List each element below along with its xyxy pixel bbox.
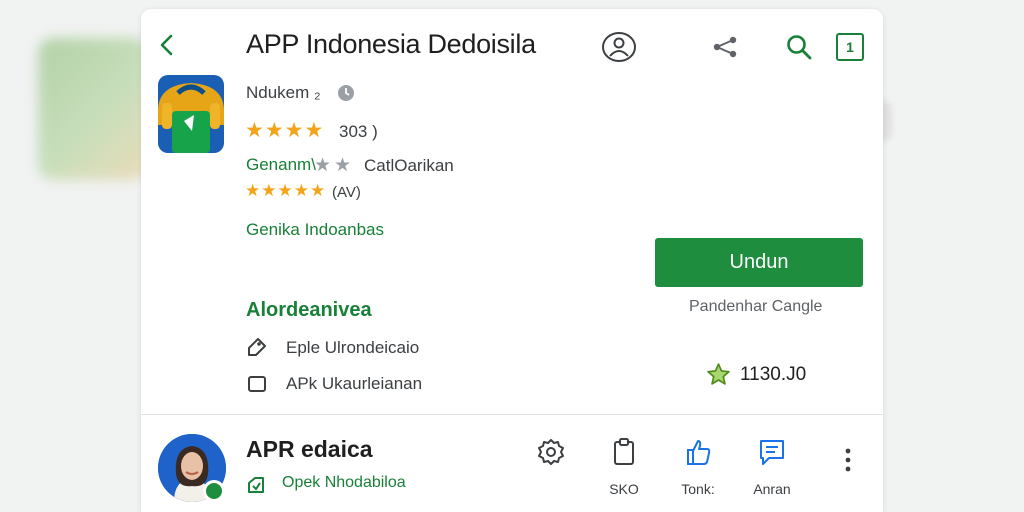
bottom-subtitle[interactable]: Opek Nhodabiloa — [282, 474, 406, 492]
tag-icon — [248, 338, 266, 356]
edit-icon — [248, 477, 264, 493]
settings-action[interactable] — [521, 437, 581, 499]
rating-count: 303 ) — [339, 122, 378, 141]
back-arrow-icon[interactable] — [157, 33, 177, 57]
search-icon[interactable] — [785, 33, 813, 61]
thumbs-up-icon — [687, 440, 711, 465]
install-subtext: Pandenhar Cangle — [689, 298, 823, 315]
genre-tag: CatlOarikan — [364, 156, 454, 175]
more-options-icon[interactable] — [842, 445, 854, 475]
rating-value: 1130.J0 — [740, 364, 807, 385]
genre-link[interactable]: Genanm\ — [246, 155, 316, 175]
star-icon — [707, 363, 730, 385]
clock-icon — [338, 85, 354, 101]
page-title: APP Indonesia Dedoisila — [246, 29, 536, 59]
background-app-icon-blur — [38, 38, 148, 180]
clipboard-action-label: SKO — [609, 481, 639, 497]
feature-item-2: APk Ukaurleianan — [286, 374, 423, 393]
settings-icon — [538, 439, 564, 465]
like-action-label: Tonk: — [681, 481, 715, 497]
tabs-count: 1 — [846, 39, 854, 55]
share-icon[interactable] — [711, 33, 739, 61]
divider — [141, 414, 883, 415]
message-action-label: Anran — [753, 481, 791, 497]
online-status-dot — [203, 480, 225, 502]
clipboard-icon — [614, 438, 634, 465]
install-button[interactable]: Undun — [655, 238, 863, 287]
message-action[interactable]: Anran — [742, 437, 802, 499]
bottom-title: APR edaica — [246, 436, 373, 462]
sub-rating-count: (AV) — [332, 184, 361, 201]
clipboard-action[interactable]: SKO — [594, 437, 654, 499]
section-title: Alordeanivea — [246, 299, 372, 321]
category-link[interactable]: Genika Indoanbas — [246, 220, 384, 240]
app-detail-card: APP Indonesia Dedoisila 1 Ndukem ₂ ★★★★ … — [141, 9, 883, 512]
feature-item-1: Eple Ulrondeicaio — [286, 338, 420, 357]
verified-badge-icon — [602, 32, 636, 62]
checkbox-icon[interactable] — [246, 373, 268, 395]
message-icon — [760, 440, 784, 465]
rating-stars: ★★★★ — [245, 119, 325, 142]
like-action[interactable]: Tonk: — [668, 437, 728, 499]
developer-name[interactable]: Ndukem ₂ — [246, 83, 321, 103]
tabs-count-button[interactable]: 1 — [836, 33, 864, 61]
app-icon — [158, 75, 224, 153]
genre-stars: ★★ — [314, 155, 355, 176]
sub-rating-stars: ★★★★★ — [245, 181, 327, 200]
